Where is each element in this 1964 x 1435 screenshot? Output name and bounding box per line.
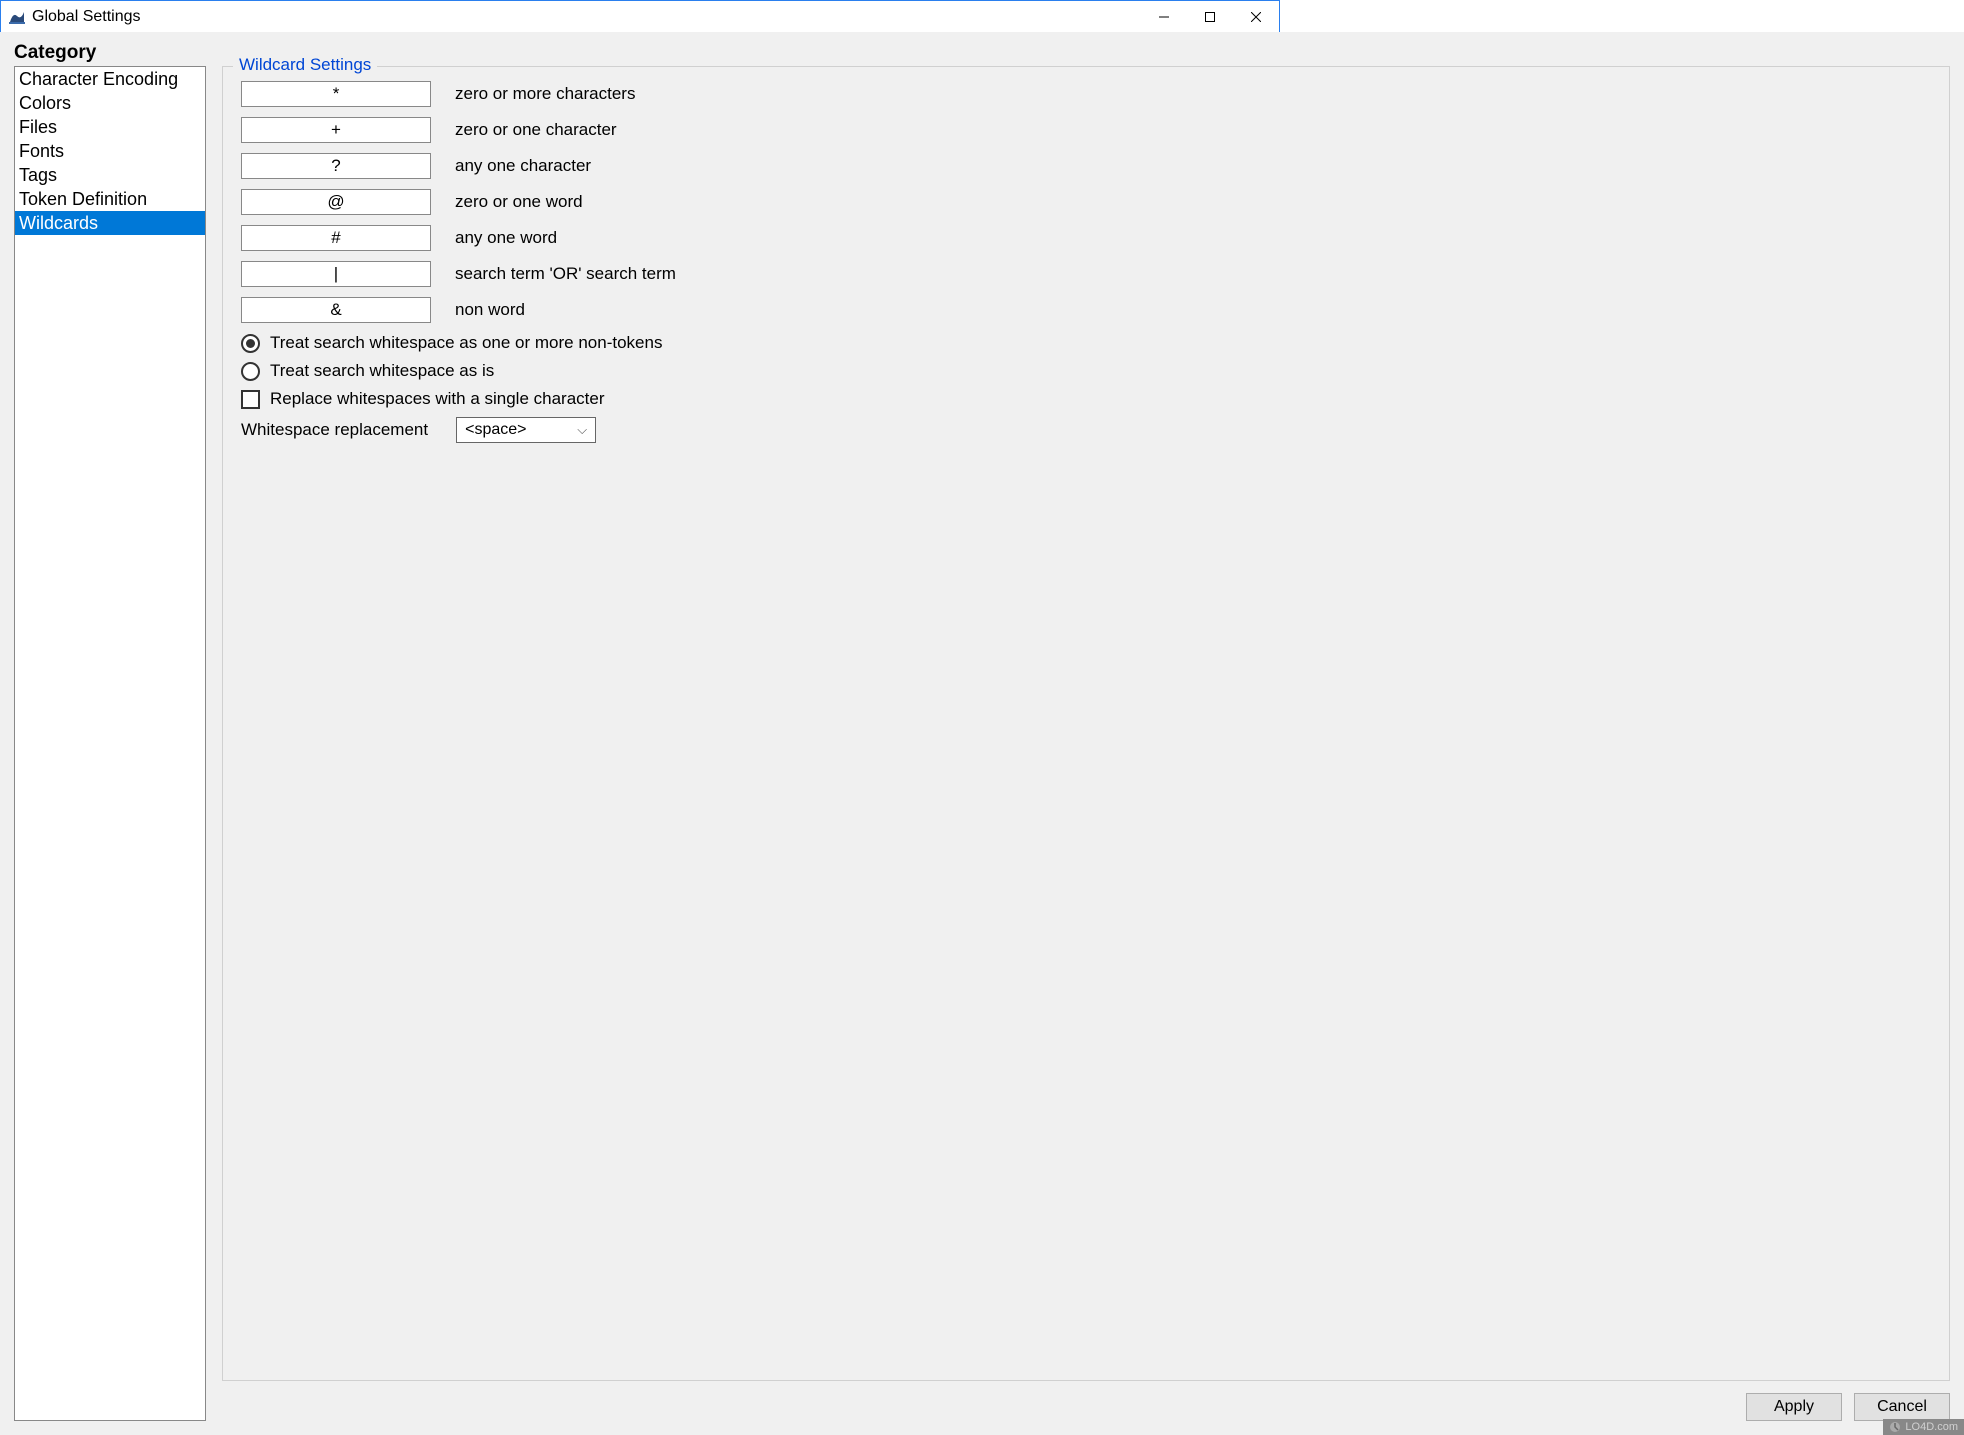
sidebar-item-colors[interactable]: Colors bbox=[15, 91, 205, 115]
checkbox-replace-whitespace[interactable]: Replace whitespaces with a single charac… bbox=[241, 389, 1931, 409]
radio-whitespace-asis[interactable]: Treat search whitespace as is bbox=[241, 361, 1931, 381]
wildcard-description: any one character bbox=[455, 156, 591, 176]
wildcard-description: zero or one character bbox=[455, 120, 617, 140]
wildcard-row: zero or one character bbox=[241, 117, 1931, 143]
window-title: Global Settings bbox=[32, 8, 141, 26]
wildcard-row: any one word bbox=[241, 225, 1931, 251]
wildcard-row: zero or more characters bbox=[241, 81, 1931, 107]
sidebar-item-character-encoding[interactable]: Character Encoding bbox=[15, 67, 205, 91]
sidebar-item-files[interactable]: Files bbox=[15, 115, 205, 139]
radio-label: Treat search whitespace as one or more n… bbox=[270, 333, 662, 353]
wildcard-description: search term 'OR' search term bbox=[455, 264, 676, 284]
watermark: LO4D.com bbox=[1883, 1419, 1964, 1435]
app-icon bbox=[7, 7, 27, 27]
apply-button[interactable]: Apply bbox=[1746, 1393, 1842, 1421]
select-value: <space> bbox=[465, 421, 526, 439]
wildcard-description: zero or one word bbox=[455, 192, 583, 212]
checkbox-icon[interactable] bbox=[241, 390, 260, 409]
wildcard-input[interactable] bbox=[241, 153, 431, 179]
wildcard-row: any one character bbox=[241, 153, 1931, 179]
radio-label: Treat search whitespace as is bbox=[270, 361, 494, 381]
sidebar-item-fonts[interactable]: Fonts bbox=[15, 139, 205, 163]
wildcard-description: any one word bbox=[455, 228, 557, 248]
sidebar-item-tags[interactable]: Tags bbox=[15, 163, 205, 187]
wildcard-description: zero or more characters bbox=[455, 84, 635, 104]
whitespace-replacement-select[interactable]: <space> ⌵ bbox=[456, 417, 596, 443]
radio-whitespace-nontokens[interactable]: Treat search whitespace as one or more n… bbox=[241, 333, 1931, 353]
wildcard-description: non word bbox=[455, 300, 525, 320]
titlebar: Global Settings bbox=[1, 1, 1279, 33]
radio-icon[interactable] bbox=[241, 362, 260, 381]
cancel-button[interactable]: Cancel bbox=[1854, 1393, 1950, 1421]
wildcard-input[interactable] bbox=[241, 297, 431, 323]
minimize-button[interactable] bbox=[1141, 1, 1187, 33]
wildcard-input[interactable] bbox=[241, 117, 431, 143]
wildcard-row: non word bbox=[241, 297, 1931, 323]
wildcard-row: zero or one word bbox=[241, 189, 1931, 215]
wildcard-input[interactable] bbox=[241, 81, 431, 107]
maximize-button[interactable] bbox=[1187, 1, 1233, 33]
chevron-down-icon: ⌵ bbox=[577, 422, 587, 438]
wildcard-input[interactable] bbox=[241, 261, 431, 287]
checkbox-label: Replace whitespaces with a single charac… bbox=[270, 389, 605, 409]
wildcard-input[interactable] bbox=[241, 189, 431, 215]
content-area: Category Character EncodingColorsFilesFo… bbox=[0, 32, 1964, 1435]
sidebar-item-wildcards[interactable]: Wildcards bbox=[15, 211, 205, 235]
panel-legend: Wildcard Settings bbox=[233, 55, 377, 75]
whitespace-replacement-label: Whitespace replacement bbox=[241, 420, 428, 440]
wildcard-row: search term 'OR' search term bbox=[241, 261, 1931, 287]
close-button[interactable] bbox=[1233, 1, 1279, 33]
category-list: Character EncodingColorsFilesFontsTagsTo… bbox=[14, 66, 206, 1421]
wildcard-input[interactable] bbox=[241, 225, 431, 251]
sidebar-item-token-definition[interactable]: Token Definition bbox=[15, 187, 205, 211]
radio-icon[interactable] bbox=[241, 334, 260, 353]
wildcard-settings-panel: Wildcard Settings zero or more character… bbox=[222, 66, 1950, 1381]
